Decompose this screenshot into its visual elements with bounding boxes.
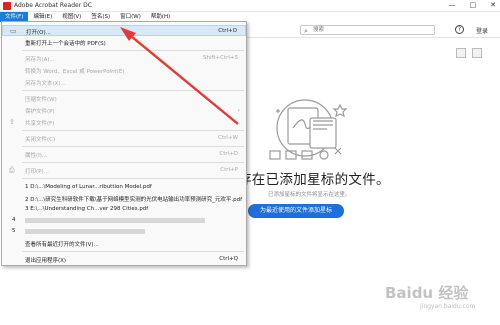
menu-item-view-all-recent[interactable]: 查看所有最近打开的文件(V)... (2, 238, 246, 249)
menu-item-save-as[interactable]: 另存为(A)... Shift+Ctrl+S (2, 53, 246, 64)
recent-file-2[interactable]: 2 D:\...\研究生科研软件下载\基于网络模型实测的光伏电站输出功率预测研究… (2, 193, 246, 204)
menu-item-label: 打印(P)... (25, 169, 49, 175)
recent-file-5[interactable]: 5 (2, 226, 246, 237)
menu-separator (22, 251, 244, 252)
redacted-filename (25, 229, 145, 234)
menu-item-label: 压缩文件(W) (25, 97, 57, 103)
recent-file-1[interactable]: 1 D:\...\Modeling of Lunar...ributtion M… (2, 182, 246, 193)
menu-separator (22, 50, 244, 51)
menu-item-compress[interactable]: 压缩文件(W) (2, 93, 246, 104)
menu-separator (22, 130, 244, 131)
menu-separator (22, 162, 244, 163)
recent-file-4[interactable]: 4 (2, 215, 246, 226)
search-box[interactable]: ⌕ (300, 25, 435, 35)
window-title: Adobe Acrobat Reader DC (14, 2, 92, 9)
grid-view-icon[interactable] (456, 48, 466, 58)
view-toggle (456, 48, 482, 58)
window-controls: — □ ✕ (449, 1, 497, 9)
recent-file-label: 1 D:\...\Modeling of Lunar...ributtion M… (25, 184, 152, 190)
menu-item-properties[interactable]: 属性(I)... Ctrl+D (2, 149, 246, 160)
menu-item-shortcut: Ctrl+D (219, 151, 238, 157)
submenu-arrow-icon: › (237, 107, 240, 114)
menu-item-label: 重新打开上一个会话中的 PDF(S) (25, 41, 106, 47)
recent-file-label: 2 D:\...\研究生科研软件下载\基于网络模型实测的光伏电站输出功率预测研究… (25, 197, 243, 203)
menu-item-close[interactable]: 关闭文件(C) Ctrl+W (2, 133, 246, 144)
printer-icon: ⎙ (9, 166, 15, 174)
menu-item-label: 退出应用程序(X) (25, 258, 67, 264)
minimize-button[interactable]: — (449, 1, 456, 9)
menu-item-print[interactable]: ⎙ 打印(P)... Ctrl+P (2, 165, 246, 176)
menu-item-shortcut: Ctrl+Q (219, 256, 238, 262)
close-button[interactable]: ✕ (490, 1, 496, 9)
menu-item-label: 查看所有最近打开的文件(V)... (25, 242, 99, 248)
menu-separator (22, 146, 244, 147)
file-menu: ▭ 打开(O)... Ctrl+O 重新打开上一个会话中的 PDF(S) 另存为… (1, 21, 247, 266)
empty-state-subtitle: 已添加星标的文件将显示在这里。 (268, 192, 351, 198)
menu-item-share[interactable]: ⇪ 共享文件(F) (2, 117, 246, 128)
menu-item-label: 打开(O)... (26, 30, 51, 36)
list-view-icon[interactable] (472, 48, 482, 58)
menu-separator (22, 90, 244, 91)
menu-separator (22, 178, 244, 179)
menu-item-shortcut: Shift+Ctrl+S (203, 55, 238, 61)
search-icon: ⌕ (304, 27, 308, 35)
star-recent-files-button[interactable]: 为最近使用的文件添加星标 (248, 204, 344, 218)
menu-item-label: 另存为文本(X)... (25, 81, 66, 87)
menu-item-shortcut: Ctrl+P (220, 167, 238, 173)
recent-file-label: 3 E:\...\Understanding Ch...ver 298 Citi… (25, 206, 149, 212)
empty-state-title: 存在已添加星标的文件。 (238, 172, 390, 188)
menu-item-label: 属性(I)... (25, 153, 48, 159)
search-input[interactable] (313, 26, 431, 34)
maximize-button[interactable]: □ (470, 1, 477, 9)
title-bar: Adobe Acrobat Reader DC — □ ✕ (0, 0, 500, 12)
empty-starred-illustration-icon (269, 99, 348, 160)
folder-open-icon: ▭ (10, 27, 17, 35)
menu-item-open[interactable]: ▭ 打开(O)... Ctrl+O (2, 25, 246, 36)
menu-item-protect[interactable]: 保护文件(P) › (2, 105, 246, 116)
menu-item-label: 共享文件(F) (25, 121, 55, 127)
redacted-filename (25, 218, 205, 223)
menu-item-exit[interactable]: 退出应用程序(X) Ctrl+Q (2, 254, 246, 265)
menu-item-label: 关闭文件(C) (25, 137, 56, 143)
recent-file-3[interactable]: 3 E:\...\Understanding Ch...ver 298 Citi… (2, 204, 246, 215)
share-icon: ⇪ (9, 118, 15, 126)
login-button[interactable]: 登录 (476, 26, 488, 35)
recent-file-label: 4 (12, 217, 16, 223)
baidu-watermark: Baidu 经验 (385, 284, 469, 302)
recent-file-label: 5 (12, 228, 16, 234)
menu-item-shortcut: Ctrl+W (218, 135, 238, 141)
menu-item-label: 另存为(A)... (25, 57, 55, 63)
help-icon[interactable]: ? (455, 25, 464, 34)
menu-item-save-as-text[interactable]: 另存为文本(X)... (2, 77, 246, 88)
menu-item-reopen-session[interactable]: 重新打开上一个会话中的 PDF(S) (2, 37, 246, 48)
watermark-url: jingyan.baidu.com (420, 303, 476, 310)
menu-item-shortcut: Ctrl+O (218, 28, 237, 34)
acrobat-icon (3, 2, 11, 10)
menu-item-label: 保护文件(P) (25, 109, 55, 115)
menu-item-label: 转换为 Word、Excel 或 PowerPoint(E) (25, 69, 125, 75)
menu-item-convert[interactable]: 转换为 Word、Excel 或 PowerPoint(E) (2, 65, 246, 76)
